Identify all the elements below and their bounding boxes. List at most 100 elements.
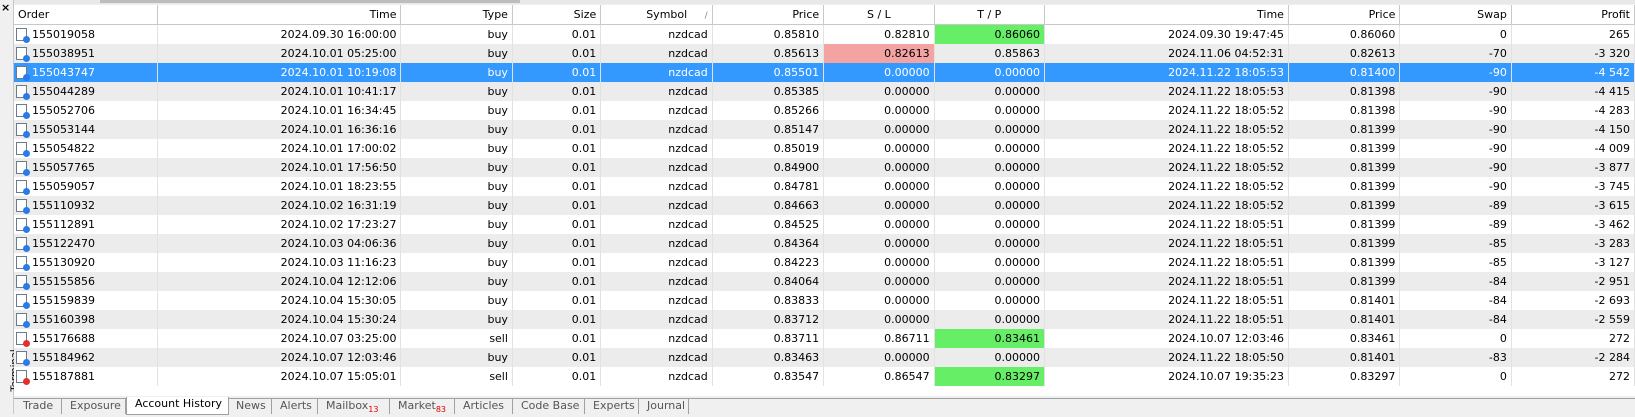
table-row[interactable]: 155052706 2024.10.01 16:34:45 buy 0.01 nzdca… — [14, 101, 1635, 120]
table-row[interactable]: 155112891 2024.10.02 17:23:27 buy 0.01 nzdca… — [14, 215, 1635, 234]
table-row[interactable]: 155110932 2024.10.02 16:31:19 buy 0.01 nzdca… — [14, 196, 1635, 215]
table-row[interactable]: 155043747 2024.10.01 10:19:08 buy 0.01 nzdca… — [14, 63, 1635, 82]
close-price-cell: 0.81399 — [1288, 120, 1401, 139]
table-row[interactable]: 155057765 2024.10.01 17:56:50 buy 0.01 nzdca… — [14, 158, 1635, 177]
col-header-price[interactable]: Price — [712, 5, 825, 25]
tab-mailbox[interactable]: Mailbox13 — [318, 399, 390, 414]
col-header-close-price[interactable]: Price — [1288, 5, 1401, 25]
tp-cell: 0.83297 — [934, 367, 1045, 386]
time-cell: 2024.10.04 15:30:24 — [157, 310, 402, 329]
order-cell[interactable]: 155038951 — [14, 44, 158, 63]
tab-market[interactable]: Market83 — [390, 399, 455, 414]
order-cell[interactable]: 155054822 — [14, 139, 158, 158]
table-row[interactable]: 155184962 2024.10.07 12:03:46 buy 0.01 nzdca… — [14, 348, 1635, 367]
price-cell: 0.84364 — [712, 234, 825, 253]
symbol-cell: nzdcad — [600, 234, 713, 253]
col-header-order[interactable]: Order — [14, 5, 158, 25]
order-cell[interactable]: 155059057 — [14, 177, 158, 196]
symbol-cell: nzdcad — [600, 158, 713, 177]
col-header-size[interactable]: Size — [512, 5, 602, 25]
close-time-cell: 2024.11.06 04:52:31 — [1044, 44, 1289, 63]
tp-cell: 0.00000 — [934, 348, 1045, 367]
col-header-tp[interactable]: T / P — [934, 5, 1045, 25]
tab-exposure[interactable]: Exposure — [62, 399, 126, 414]
symbol-cell: nzdcad — [600, 272, 713, 291]
sl-cell: 0.82810 — [823, 24, 935, 44]
order-cell[interactable]: 155112891 — [14, 215, 158, 234]
swap-cell: 0 — [1399, 24, 1512, 44]
table-row[interactable]: 155044289 2024.10.01 10:41:17 buy 0.01 nzdca… — [14, 82, 1635, 101]
table-row[interactable]: 155054822 2024.10.01 17:00:02 buy 0.01 nzdca… — [14, 139, 1635, 158]
table-row[interactable]: 155059057 2024.10.01 18:23:55 buy 0.01 nzdca… — [14, 177, 1635, 196]
order-cell[interactable]: 155057765 — [14, 158, 158, 177]
order-cell[interactable]: 155187881 — [14, 367, 158, 386]
swap-cell: -90 — [1399, 63, 1512, 82]
symbol-cell: nzdcad — [600, 310, 713, 329]
time-cell: 2024.10.01 10:41:17 — [157, 82, 402, 101]
table-row[interactable]: 155187881 2024.10.07 15:05:01 sell 0.01 nzdc… — [14, 367, 1635, 386]
time-cell: 2024.10.03 11:16:23 — [157, 253, 402, 272]
tab-news[interactable]: News — [228, 399, 272, 414]
table-row[interactable]: 155155856 2024.10.04 12:12:06 buy 0.01 nzdca… — [14, 272, 1635, 291]
tab-alerts[interactable]: Alerts — [272, 399, 318, 414]
tab-articles[interactable]: Articles — [455, 399, 513, 414]
col-header-profit[interactable]: Profit — [1511, 5, 1635, 25]
order-cell[interactable]: 155160398 — [14, 310, 158, 329]
col-header-close-time[interactable]: Time — [1044, 5, 1289, 25]
tab-trade[interactable]: Trade — [15, 399, 62, 414]
close-price-cell: 0.81399 — [1288, 272, 1401, 291]
order-doc-blue-icon — [16, 351, 30, 366]
table-row[interactable]: 155122470 2024.10.03 04:06:36 buy 0.01 nzdca… — [14, 234, 1635, 253]
order-cell[interactable]: 155159839 — [14, 291, 158, 310]
order-doc-blue-icon — [16, 275, 30, 290]
col-header-symbol[interactable]: Symbol / — [600, 5, 713, 25]
order-cell[interactable]: 155110932 — [14, 196, 158, 215]
swap-cell: -70 — [1399, 44, 1512, 63]
order-cell[interactable]: 155184962 — [14, 348, 158, 367]
symbol-cell: nzdcad — [600, 253, 713, 272]
horizontal-scrollbar[interactable] — [14, 0, 1635, 4]
price-cell: 0.83711 — [712, 329, 825, 348]
type-cell: buy — [400, 44, 513, 63]
size-cell: 0.01 — [512, 196, 602, 215]
col-header-swap[interactable]: Swap — [1399, 5, 1512, 25]
order-cell[interactable]: 155052706 — [14, 101, 158, 120]
order-cell[interactable]: 155155856 — [14, 272, 158, 291]
tp-cell: 0.00000 — [934, 234, 1045, 253]
col-header-sl[interactable]: S / L — [823, 5, 935, 25]
price-cell: 0.83712 — [712, 310, 825, 329]
table-row[interactable]: 155019058 2024.09.30 16:00:00 buy 0.01 nzdca… — [14, 24, 1635, 44]
tab-journal[interactable]: Journal — [639, 399, 689, 414]
tp-cell: 0.00000 — [934, 177, 1045, 196]
type-cell: buy — [400, 310, 513, 329]
order-cell[interactable]: 155130920 — [14, 253, 158, 272]
symbol-cell: nzdcad — [600, 24, 713, 44]
order-cell[interactable]: 155043747 — [14, 63, 158, 82]
table-row[interactable]: 155053144 2024.10.01 16:36:16 buy 0.01 nzdca… — [14, 120, 1635, 139]
order-cell[interactable]: 155044289 — [14, 82, 158, 101]
tab-account-history[interactable]: Account History — [126, 397, 229, 415]
order-doc-blue-icon — [16, 85, 30, 100]
close-icon[interactable]: × — [1, 2, 10, 13]
tab-code-base[interactable]: Code Base — [513, 399, 585, 414]
tp-cell: 0.00000 — [934, 120, 1045, 139]
table-row[interactable]: 155130920 2024.10.03 11:16:23 buy 0.01 nzdca… — [14, 253, 1635, 272]
col-header-type[interactable]: Type — [400, 5, 513, 25]
size-cell: 0.01 — [512, 215, 602, 234]
table-row[interactable]: 155159839 2024.10.04 15:30:05 buy 0.01 nzdca… — [14, 291, 1635, 310]
scrollbar-thumb[interactable] — [100, 0, 520, 3]
order-cell[interactable]: 155176688 — [14, 329, 158, 348]
tp-cell: 0.00000 — [934, 253, 1045, 272]
col-header-time[interactable]: Time — [157, 5, 402, 25]
tab-experts[interactable]: Experts — [585, 399, 639, 414]
price-cell: 0.84064 — [712, 272, 825, 291]
table-row[interactable]: 155160398 2024.10.04 15:30:24 buy 0.01 nzdca… — [14, 310, 1635, 329]
table-row[interactable]: 155038951 2024.10.01 05:25:00 buy 0.01 nzdca… — [14, 44, 1635, 63]
order-cell[interactable]: 155122470 — [14, 234, 158, 253]
close-price-cell: 0.81399 — [1288, 234, 1401, 253]
table-row[interactable]: 155176688 2024.10.07 03:25:00 sell 0.01 nzdc… — [14, 329, 1635, 348]
type-cell: buy — [400, 101, 513, 120]
order-cell[interactable]: 155053144 — [14, 120, 158, 139]
close-time-cell: 2024.11.22 18:05:51 — [1044, 215, 1289, 234]
order-cell[interactable]: 155019058 — [14, 24, 158, 44]
